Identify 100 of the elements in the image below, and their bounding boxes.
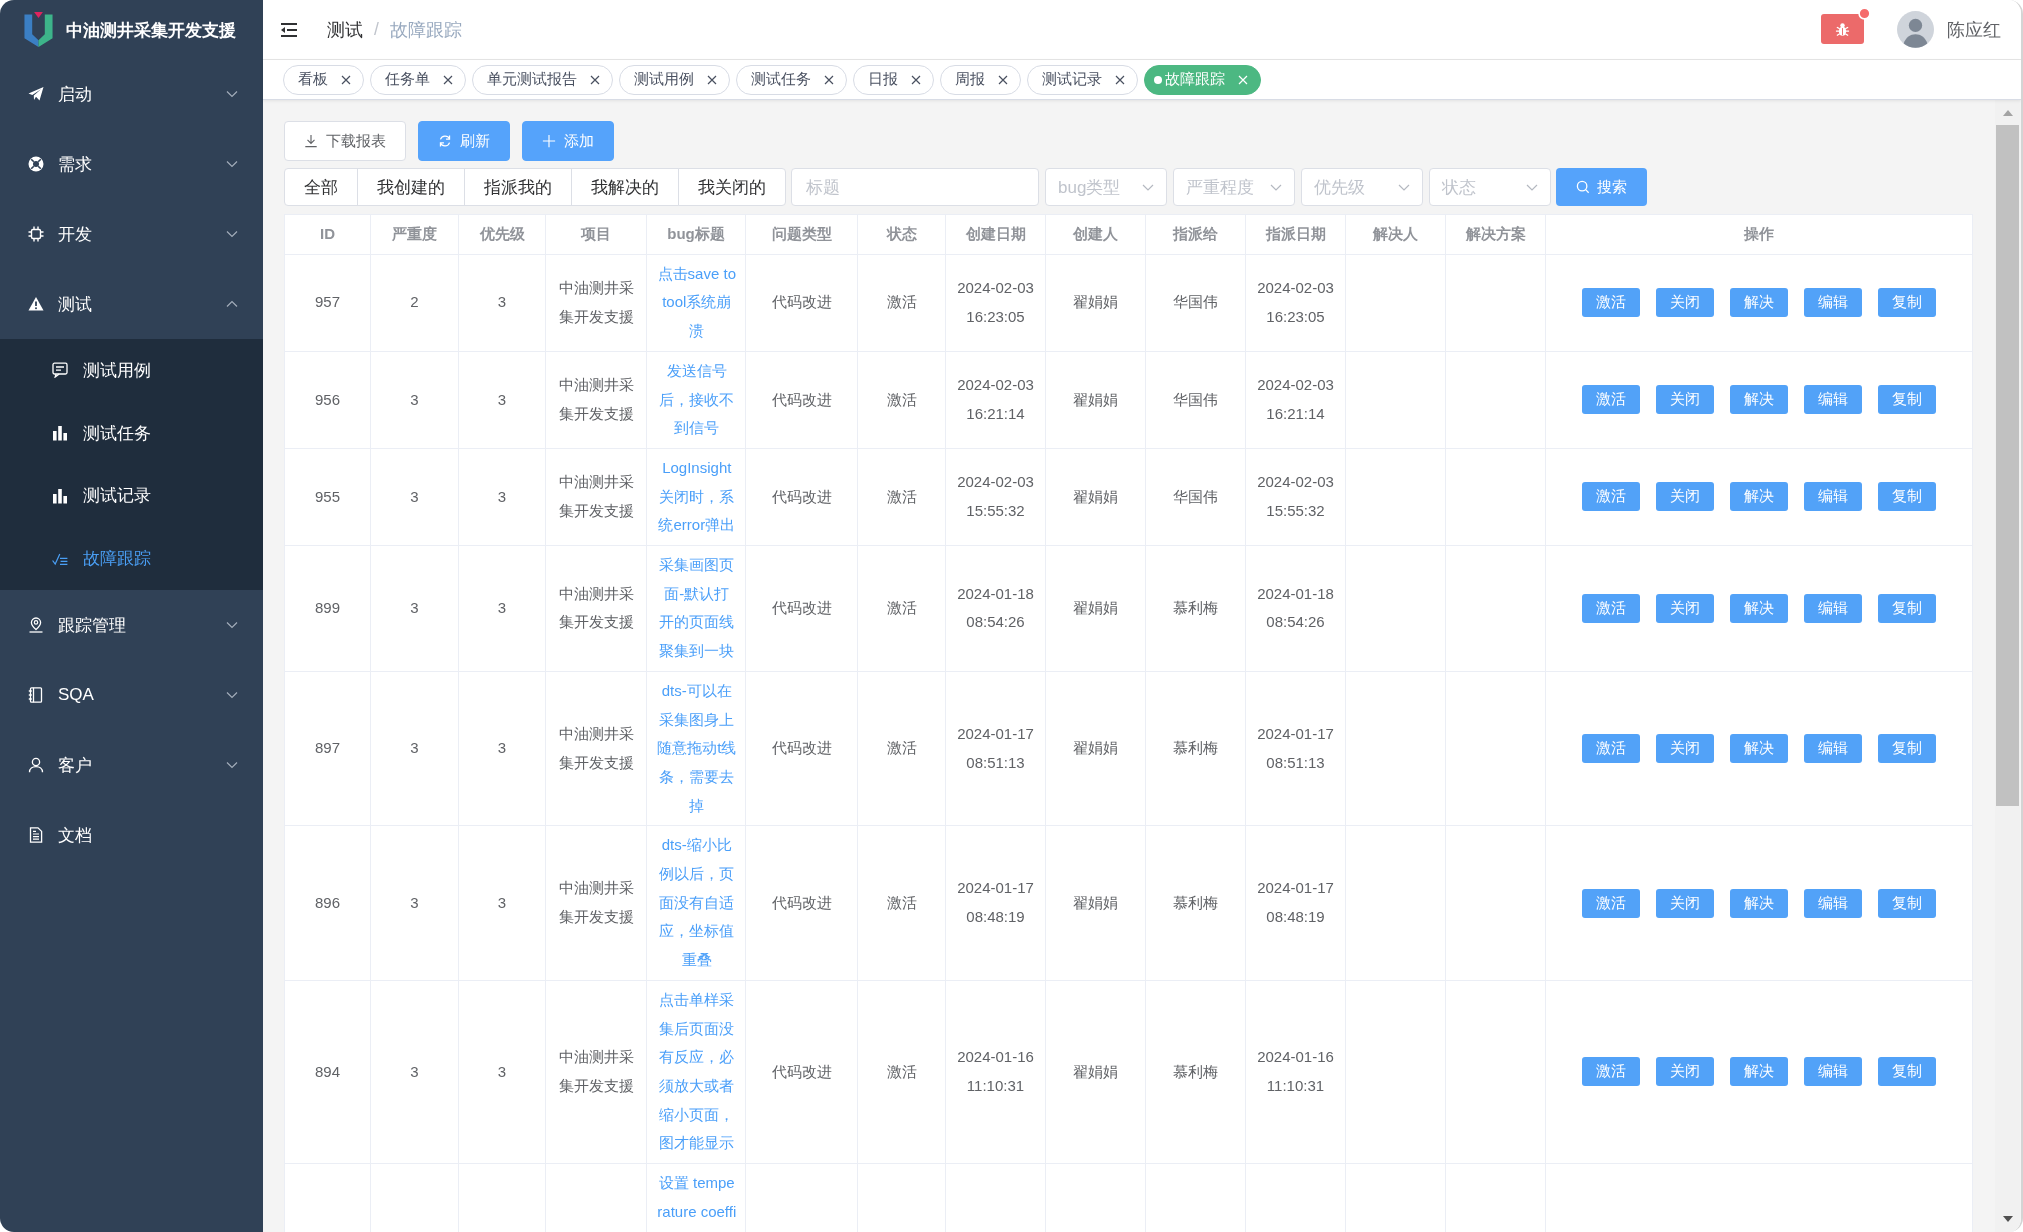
close-icon[interactable] [1115, 74, 1125, 85]
resolve-button[interactable]: 解决 [1729, 385, 1789, 415]
submenu-item[interactable]: 测试用例 [0, 339, 263, 402]
submenu-item[interactable]: 测试任务 [0, 401, 263, 465]
close-icon[interactable] [824, 74, 834, 85]
scrollbar-thumb[interactable] [1996, 125, 2019, 806]
sidebar-menu-item[interactable]: 需求 [0, 129, 263, 199]
filter-tab[interactable]: 我关闭的 [678, 168, 786, 206]
edit-button[interactable]: 编辑 [1803, 385, 1863, 415]
activate-button[interactable]: 激活 [1581, 385, 1641, 415]
sidebar-menu-item[interactable]: 开发 [0, 199, 263, 269]
activate-button[interactable]: 激活 [1581, 888, 1641, 918]
close-icon[interactable] [911, 74, 921, 85]
breadcrumb-item[interactable]: 测试 [327, 17, 363, 42]
toolbar-button[interactable]: 刷新 [418, 121, 510, 161]
resolve-button[interactable]: 解决 [1729, 482, 1789, 512]
filter-select[interactable]: bug类型 [1045, 168, 1167, 206]
table-cell: 896 [284, 825, 371, 981]
close-button[interactable]: 关闭 [1655, 593, 1715, 623]
filter-select[interactable]: 状态 [1429, 168, 1551, 206]
table-cell: 代码改进 [745, 448, 858, 546]
resolve-button[interactable]: 解决 [1729, 888, 1789, 918]
close-button[interactable]: 关闭 [1655, 288, 1715, 318]
page-tab[interactable]: 日报 [853, 64, 934, 95]
submenu-item[interactable]: 故障跟踪 [0, 527, 263, 590]
copy-button[interactable]: 复制 [1877, 288, 1937, 318]
filter-tab[interactable]: 全部 [284, 168, 358, 206]
chevron-down-icon [1526, 183, 1538, 191]
table-cell: 2024-01-17 08:48:19 [1245, 825, 1346, 981]
edit-button[interactable]: 编辑 [1803, 1057, 1863, 1087]
close-button[interactable]: 关闭 [1655, 888, 1715, 918]
page-tab[interactable]: 单元测试报告 [472, 64, 613, 95]
close-button[interactable]: 关闭 [1655, 385, 1715, 415]
edit-button[interactable]: 编辑 [1803, 482, 1863, 512]
edit-button[interactable]: 编辑 [1803, 288, 1863, 318]
submenu-item[interactable]: 测试记录 [0, 464, 263, 528]
table-cell: 中油测井采集开发支援 [545, 545, 647, 672]
column-header: 问题类型 [745, 214, 858, 255]
close-button[interactable]: 关闭 [1655, 482, 1715, 512]
resolve-button[interactable]: 解决 [1729, 288, 1789, 318]
toolbar-button[interactable]: 下载报表 [284, 121, 406, 161]
paper-plane-icon [28, 86, 44, 102]
close-icon[interactable] [341, 74, 351, 85]
filter-select[interactable]: 严重程度 [1173, 168, 1295, 206]
close-icon[interactable] [707, 74, 717, 85]
page-tab[interactable]: 故障跟踪 [1144, 64, 1261, 95]
page-tab[interactable]: 测试用例 [619, 64, 730, 95]
toolbar-button[interactable]: 添加 [522, 121, 614, 161]
page-tab[interactable]: 看板 [283, 64, 364, 95]
activate-button[interactable]: 激活 [1581, 593, 1641, 623]
close-icon[interactable] [590, 74, 600, 85]
filter-tab[interactable]: 我创建的 [357, 168, 465, 206]
bug-button[interactable] [1821, 14, 1864, 44]
sidebar-menu-item[interactable]: 测试 [0, 269, 263, 339]
resolve-button[interactable]: 解决 [1729, 593, 1789, 623]
close-icon[interactable] [998, 74, 1008, 85]
table-cell: 翟娟娟 [1045, 351, 1146, 449]
search-button[interactable]: 搜索 [1556, 168, 1647, 206]
copy-button[interactable]: 复制 [1877, 593, 1937, 623]
scroll-down-icon[interactable] [2002, 1216, 2013, 1222]
copy-button[interactable]: 复制 [1877, 482, 1937, 512]
user-name[interactable]: 陈应红 [1947, 17, 2001, 42]
table-cell: 2024-01-17 08:51:13 [945, 671, 1046, 826]
table-cell: 华国伟 [1145, 254, 1246, 352]
resolve-button[interactable]: 解决 [1729, 1057, 1789, 1087]
sidebar-menu-item[interactable]: 跟踪管理 [0, 590, 263, 660]
edit-button[interactable]: 编辑 [1803, 593, 1863, 623]
sidebar-menu-item[interactable]: 文档 [0, 800, 263, 870]
page-tab[interactable]: 周报 [940, 64, 1021, 95]
close-icon[interactable] [443, 74, 453, 85]
close-button[interactable]: 关闭 [1655, 1057, 1715, 1087]
table-cell: 2024-01-18 08:54:26 [945, 545, 1046, 672]
filter-tab[interactable]: 我解决的 [571, 168, 679, 206]
table-cell: 中油测井采集开发支援 [545, 825, 647, 981]
table-cell: 2 [370, 254, 459, 352]
activate-button[interactable]: 激活 [1581, 734, 1641, 764]
resolve-button[interactable]: 解决 [1729, 734, 1789, 764]
sidebar-menu-item[interactable]: SQA [0, 660, 263, 730]
table-cell: 代码改进 [745, 351, 858, 449]
filter-tab[interactable]: 指派我的 [464, 168, 572, 206]
table-cell: 899 [284, 545, 371, 672]
filter-select[interactable]: 优先级 [1301, 168, 1423, 206]
edit-button[interactable]: 编辑 [1803, 888, 1863, 918]
page-tab[interactable]: 测试任务 [736, 64, 847, 95]
table-cell: 慕利梅 [1145, 545, 1246, 672]
title-input[interactable]: 标题 [791, 168, 1039, 206]
copy-button[interactable]: 复制 [1877, 1057, 1937, 1087]
copy-button[interactable]: 复制 [1877, 385, 1937, 415]
activate-button[interactable]: 激活 [1581, 482, 1641, 512]
sidebar-menu-item[interactable]: 启动 [0, 59, 263, 129]
activate-button[interactable]: 激活 [1581, 288, 1641, 318]
page-tab[interactable]: 任务单 [370, 64, 466, 95]
sidebar-menu-item[interactable]: 客户 [0, 730, 263, 800]
activate-button[interactable]: 激活 [1581, 1057, 1641, 1087]
edit-button[interactable]: 编辑 [1803, 734, 1863, 764]
copy-button[interactable]: 复制 [1877, 734, 1937, 764]
page-tab[interactable]: 测试记录 [1027, 64, 1138, 95]
copy-button[interactable]: 复制 [1877, 888, 1937, 918]
close-button[interactable]: 关闭 [1655, 734, 1715, 764]
app-title: 中油测井采集开发支援 [66, 18, 236, 42]
